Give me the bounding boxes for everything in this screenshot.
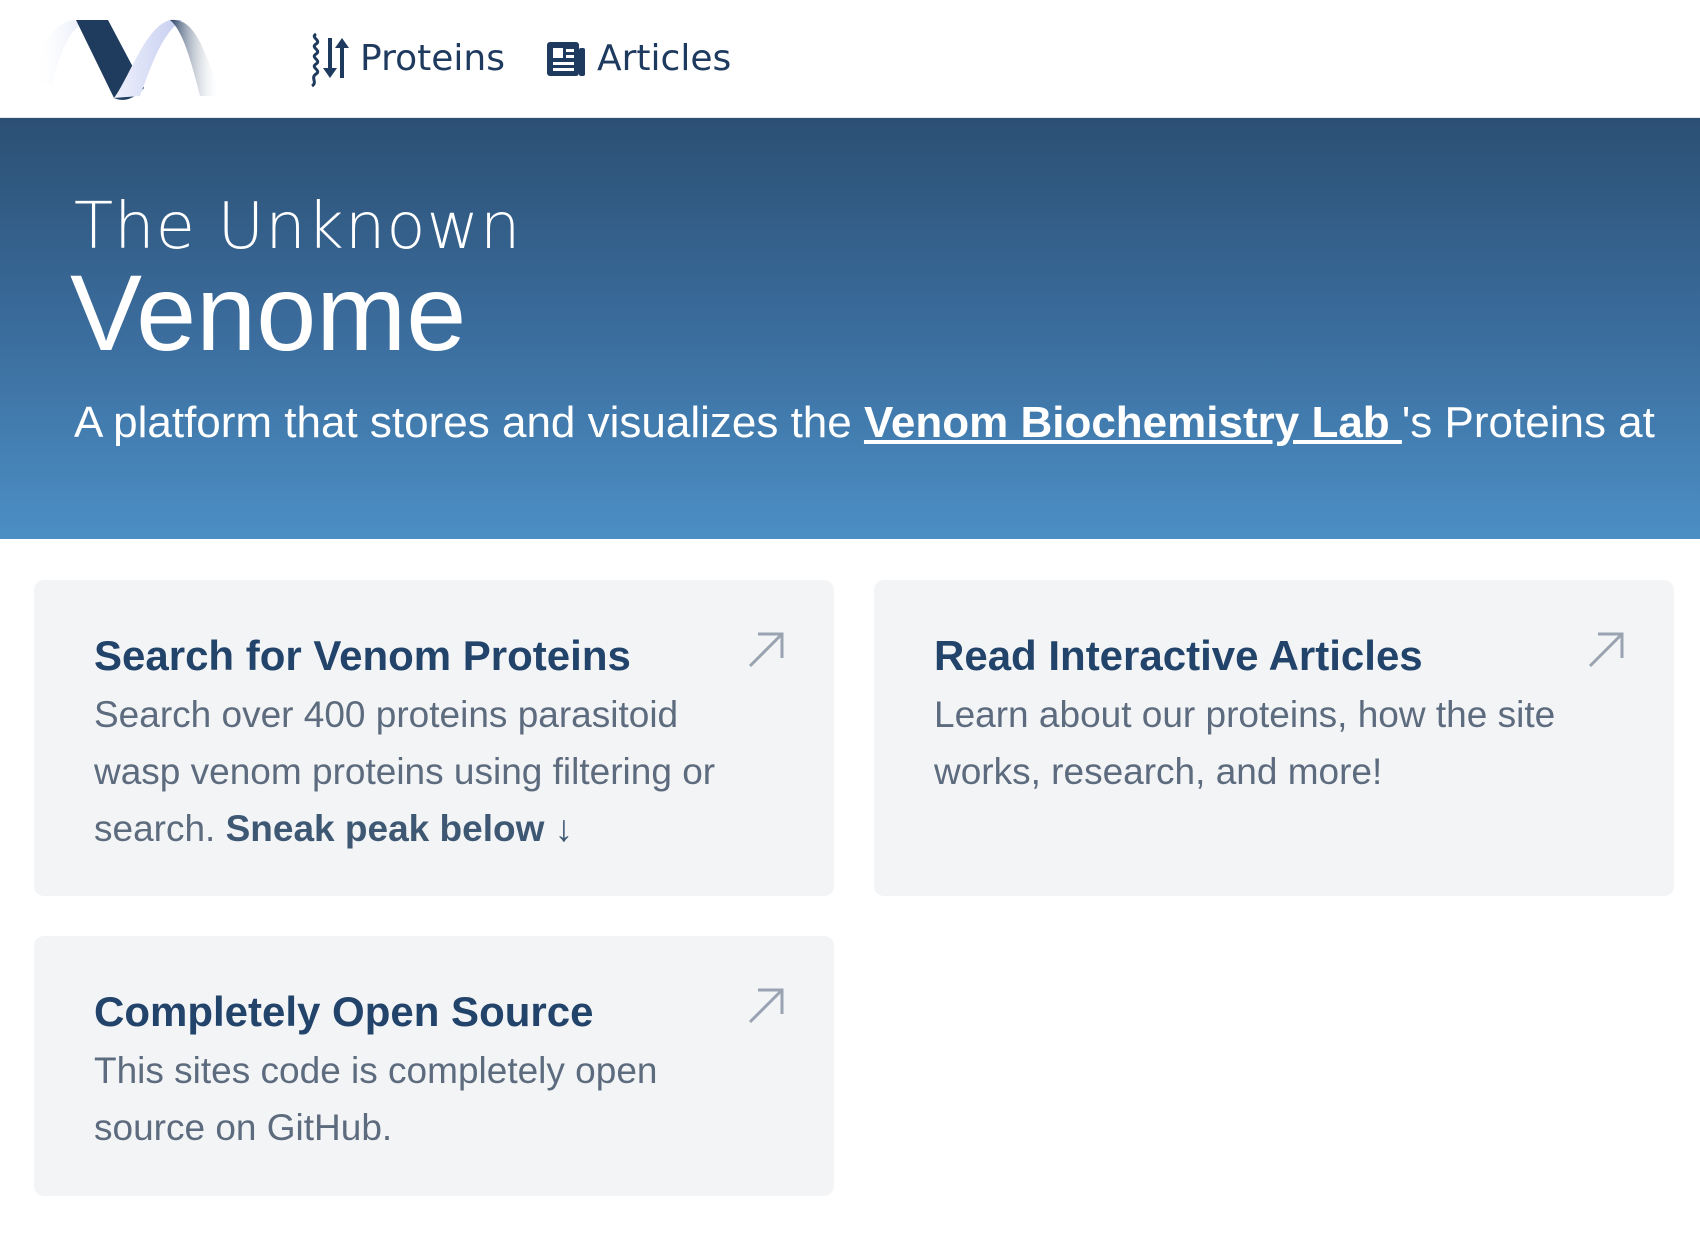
arrow-up-right-icon bbox=[748, 988, 784, 1024]
card-description: This sites code is completely open sourc… bbox=[94, 1050, 658, 1148]
nav-link-proteins-label: Proteins bbox=[360, 37, 505, 79]
venom-lab-link[interactable]: Venom Biochemistry Lab bbox=[864, 398, 1402, 447]
card-title: Completely Open Source bbox=[94, 988, 594, 1035]
arrow-up-right-icon bbox=[748, 632, 784, 668]
newspaper-icon bbox=[543, 28, 589, 88]
open-source-card[interactable]: Completely Open Source This sites code i… bbox=[34, 936, 834, 1196]
nav-link-articles[interactable]: Articles bbox=[543, 26, 731, 90]
venome-logo-icon[interactable] bbox=[30, 16, 230, 102]
nav-link-articles-label: Articles bbox=[597, 37, 732, 79]
nav-link-proteins[interactable]: Proteins bbox=[306, 26, 505, 90]
search-proteins-card[interactable]: Search for Venom Proteins Search over 40… bbox=[34, 580, 834, 896]
hero-subtitle-after: 's Proteins at bbox=[1401, 398, 1655, 447]
arrow-up-right-icon bbox=[1588, 632, 1624, 668]
card-description: Learn about our proteins, how the site w… bbox=[934, 694, 1556, 792]
card-title: Search for Venom Proteins bbox=[94, 632, 631, 679]
sneak-peak-link[interactable]: Sneak peak below ↓ bbox=[226, 808, 574, 849]
protein-helix-icon bbox=[306, 28, 352, 88]
read-articles-card[interactable]: Read Interactive Articles Learn about ou… bbox=[874, 580, 1674, 896]
hero-subtitle: A platform that stores and visualizes th… bbox=[74, 398, 1655, 448]
hero-title: Venome bbox=[70, 252, 467, 373]
hero-banner: The Unknown Venome A platform that store… bbox=[0, 118, 1700, 539]
top-navbar: Proteins Articles bbox=[0, 0, 1700, 118]
hero-subtitle-before: A platform that stores and visualizes th… bbox=[74, 398, 864, 447]
card-description: Search over 400 proteins parasitoid wasp… bbox=[94, 686, 774, 857]
card-title: Read Interactive Articles bbox=[934, 632, 1423, 679]
